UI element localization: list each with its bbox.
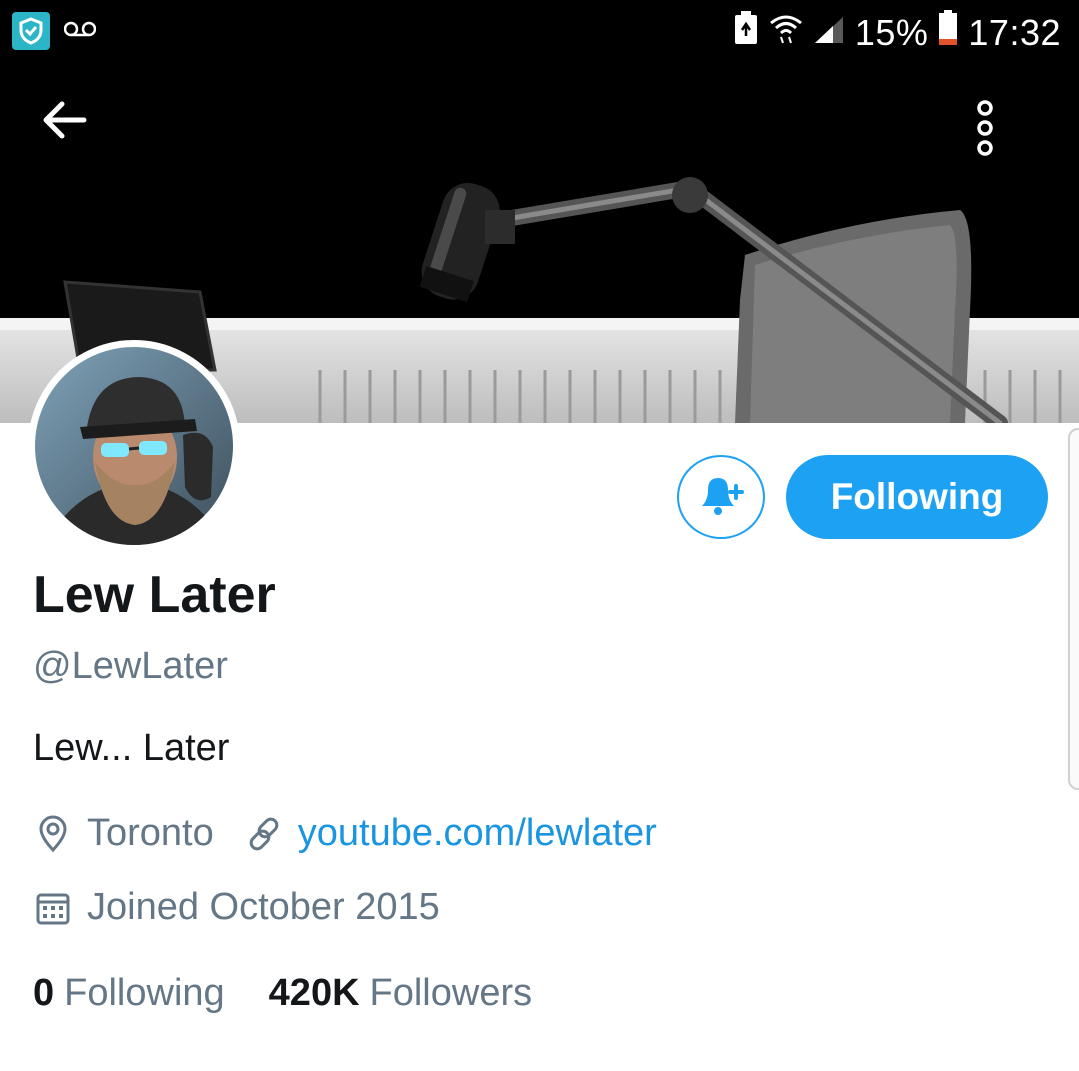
clock: 17:32 [968,11,1061,53]
more-options-button[interactable] [975,100,1045,170]
voicemail-icon [63,20,97,43]
wifi-icon [769,12,803,54]
followers-label: Followers [369,972,533,1014]
signal-icon [813,12,845,54]
bell-plus-icon [696,472,746,523]
avatar[interactable] [28,340,240,552]
battery-percent: 15% [854,11,929,53]
following-stat[interactable]: 0 Following [33,972,225,1015]
battery-saver-icon [733,10,759,55]
location-text: Toronto [87,812,214,854]
calendar-icon [33,888,73,928]
website-link[interactable]: youtube.com/lewlater [298,812,657,855]
avatar-image [35,347,233,545]
profile-meta-row: Toronto youtube.com/lewlater [33,812,657,855]
bio: Lew... Later [33,727,230,769]
display-name: Lew Later [33,566,276,624]
joined-date: Joined October 2015 [87,886,440,928]
back-button[interactable] [40,100,110,170]
follow-stats: 0 Following 420K Followers [33,972,576,1015]
following-count: 0 [33,972,55,1014]
notifications-button[interactable] [677,455,765,539]
status-bar: 15% 17:32 [0,0,1079,70]
link-icon [244,814,284,854]
followers-count: 420K [268,972,360,1014]
location-pin-icon [33,814,73,854]
followers-stat[interactable]: 420K Followers [269,972,532,1015]
joined-row: Joined October 2015 [33,886,440,929]
handle: @LewLater [33,645,228,687]
battery-icon [938,10,958,55]
scroll-handle[interactable] [1068,428,1079,790]
following-button[interactable]: Following [786,455,1048,539]
following-label: Following [64,972,225,1014]
shield-app-icon [12,12,50,50]
